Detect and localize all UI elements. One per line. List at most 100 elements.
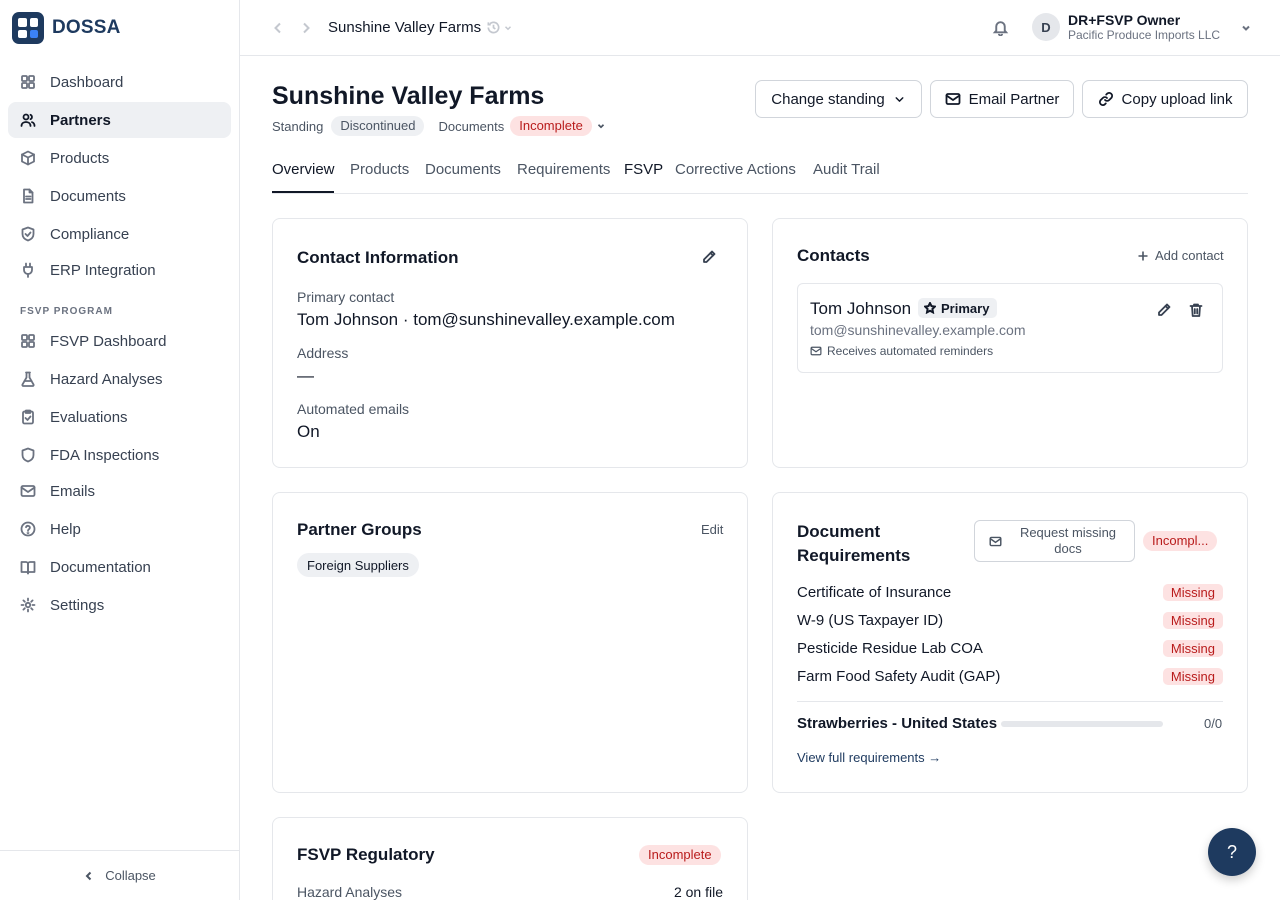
reminder-note-text: Receives automated reminders: [827, 344, 994, 358]
partner-meta: Standing Discontinued Documents Incomple…: [272, 116, 606, 136]
email-partner-label: Email Partner: [968, 90, 1060, 108]
change-standing-label: Change standing: [771, 90, 885, 108]
avatar: D: [1032, 13, 1060, 41]
requirement-name: W-9 (US Taxpayer ID): [797, 611, 944, 629]
shield-check-icon: [21, 226, 35, 242]
sidebar-item-label: Partners: [50, 111, 111, 129]
product-requirement-label: Strawberries - United States: [797, 715, 998, 732]
sidebar-item-products[interactable]: Products: [8, 140, 231, 176]
sidebar-item-label: Products: [50, 149, 110, 167]
view-full-requirements-link[interactable]: View full requirements →: [797, 750, 941, 765]
sidebar-item-partners[interactable]: Partners: [8, 102, 231, 138]
forward-button[interactable]: [298, 20, 314, 36]
pencil-icon: [703, 250, 716, 263]
add-contact-button[interactable]: Add contact: [1137, 248, 1224, 263]
edit-contact-info-button[interactable]: [701, 249, 717, 265]
history-icon: [487, 21, 500, 34]
tab-requirements[interactable]: Requirements: [517, 161, 610, 178]
sidebar-item-label: Settings: [50, 596, 105, 614]
sidebar-item-erp-integration[interactable]: ERP Integration: [8, 252, 231, 288]
sidebar-item-help[interactable]: Help: [8, 511, 231, 547]
requirement-name: Farm Food Safety Audit (GAP): [797, 667, 1001, 685]
documents-status-badge[interactable]: Incomplete: [510, 116, 592, 136]
request-missing-docs-button[interactable]: Request missing docs: [974, 520, 1135, 562]
chevron-left-icon: [85, 871, 92, 880]
sidebar-item-label: FDA Inspections: [50, 446, 160, 464]
breadcrumb: Sunshine Valley Farms: [328, 19, 482, 36]
sidebar-item-evaluations[interactable]: Evaluations: [8, 399, 231, 435]
sidebar-item-label: Dashboard: [50, 73, 124, 91]
requirement-name: Certificate of Insurance: [797, 583, 952, 601]
requirement-row: Certificate of Insurance Missing: [797, 582, 1223, 602]
tab-overview[interactable]: Overview: [272, 161, 335, 178]
gear-icon: [20, 597, 36, 613]
help-button[interactable]: ?: [1208, 828, 1256, 876]
bell-icon: [992, 21, 1009, 36]
sidebar-section-label: FSVP PROGRAM: [20, 306, 113, 317]
user-menu-chevron[interactable]: [1240, 22, 1252, 34]
change-standing-button[interactable]: Change standing: [755, 80, 922, 118]
copy-upload-link-button[interactable]: Copy upload link: [1082, 80, 1248, 118]
book-icon: [20, 561, 36, 575]
card-title: Contact Information: [297, 248, 459, 267]
tab-corrective-actions[interactable]: Corrective Actions: [675, 161, 796, 178]
plug-icon: [23, 262, 33, 278]
tab-audit-trail[interactable]: Audit Trail: [813, 161, 880, 178]
user-menu[interactable]: D DR+FSVP Owner Pacific Produce Imports …: [1032, 12, 1220, 42]
address-label: Address: [297, 345, 349, 361]
link-icon: [1098, 92, 1113, 106]
page-title: Sunshine Valley Farms: [272, 82, 545, 110]
request-label-line-1: Request missing: [1019, 525, 1117, 540]
card-title-line-2: Requirements: [797, 546, 911, 565]
hazard-analyses-value: 2 on file: [673, 884, 723, 900]
tab-documents[interactable]: Documents: [425, 161, 501, 178]
hazard-analyses-label: Hazard Analyses: [297, 884, 403, 900]
sidebar-item-label: Documents: [50, 187, 126, 205]
logo-mark-icon: [12, 12, 44, 44]
flask-icon: [21, 371, 35, 387]
sidebar-item-documents[interactable]: Documents: [8, 178, 231, 214]
sidebar-item-emails[interactable]: Emails: [8, 473, 231, 509]
sidebar-item-label: Help: [50, 520, 81, 538]
requirement-row: Farm Food Safety Audit (GAP) Missing: [797, 666, 1223, 686]
mail-icon: [20, 485, 36, 497]
back-button[interactable]: [270, 20, 286, 36]
trash-icon: [1189, 303, 1203, 317]
edit-contact-button[interactable]: [1156, 302, 1172, 318]
sidebar-item-fsvp-dashboard[interactable]: FSVP Dashboard: [8, 323, 231, 359]
tab-fsvp[interactable]: FSVP: [624, 161, 663, 178]
standing-label: Standing: [272, 118, 324, 134]
documents-status-toggle[interactable]: [592, 121, 606, 131]
contact-email: tom@sunshinevalley.example.com: [810, 322, 1026, 338]
collapse-label: Collapse: [105, 868, 156, 883]
sidebar-item-fda-inspections[interactable]: FDA Inspections: [8, 437, 231, 473]
sidebar-item-compliance[interactable]: Compliance: [8, 216, 231, 252]
sidebar-item-settings[interactable]: Settings: [8, 587, 231, 623]
email-partner-button[interactable]: Email Partner: [930, 80, 1074, 118]
product-progress-bar: [1001, 721, 1163, 727]
tab-products[interactable]: Products: [350, 161, 409, 178]
history-button[interactable]: [486, 20, 513, 35]
sidebar-item-label: Evaluations: [50, 408, 128, 426]
chevron-down-icon: [597, 124, 604, 129]
collapse-button[interactable]: Collapse: [0, 850, 239, 900]
logo[interactable]: DOSSA: [12, 12, 121, 44]
sidebar-item-label: Hazard Analyses: [50, 370, 163, 388]
sidebar-item-hazard-analyses[interactable]: Hazard Analyses: [8, 361, 231, 397]
delete-contact-button[interactable]: [1188, 302, 1204, 318]
notifications-button[interactable]: [992, 19, 1009, 36]
card-title: Partner Groups: [297, 520, 422, 539]
sidebar-item-label: Compliance: [50, 225, 130, 243]
partner-groups-card: Partner Groups Edit Foreign Suppliers: [272, 492, 748, 793]
clipboard-icon: [22, 409, 34, 425]
edit-groups-button[interactable]: Edit: [701, 522, 723, 537]
requirement-row: W-9 (US Taxpayer ID) Missing: [797, 610, 1223, 630]
sidebar-item-dashboard[interactable]: Dashboard: [8, 64, 231, 100]
pencil-icon: [1158, 303, 1171, 316]
dashboard-icon: [21, 75, 35, 89]
sidebar-item-label: Documentation: [50, 558, 151, 576]
request-missing-docs-label: Request missing docs: [1012, 525, 1134, 557]
address-value: —: [297, 366, 314, 385]
sidebar-item-documentation[interactable]: Documentation: [8, 549, 231, 585]
fsvp-status-badge: Incomplete: [639, 845, 721, 865]
